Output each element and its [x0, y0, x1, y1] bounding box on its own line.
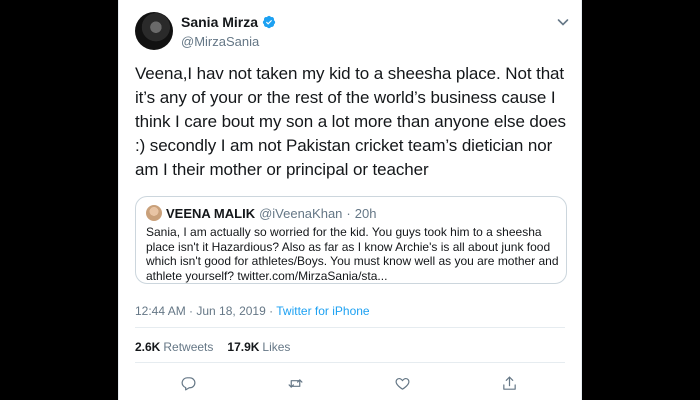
tweet-timestamp[interactable]: 12:44 AM · Jun 18, 2019 — [135, 304, 266, 318]
author-handle[interactable]: @MirzaSania — [181, 34, 276, 49]
quoted-tweet[interactable]: VEENA MALIK @iVeenaKhan · 20h Sania, I a… — [135, 196, 567, 284]
divider — [135, 362, 565, 363]
likes-label: Likes — [262, 340, 291, 354]
quoted-tweet-text: Sania, I am actually so worried for the … — [146, 225, 559, 283]
quoted-author-handle: @iVeenaKhan — [259, 205, 343, 221]
author-avatar[interactable] — [135, 12, 173, 50]
quoted-separator: · — [346, 205, 351, 221]
likes-stat[interactable]: 17.9K Likes — [227, 340, 290, 354]
tweet-text: Veena,I hav not taken my kid to a sheesh… — [135, 64, 566, 179]
tweet-stats: 2.6K Retweets 17.9K Likes — [135, 340, 290, 354]
tweet-source-link[interactable]: Twitter for iPhone — [276, 304, 369, 318]
author-block: Sania Mirza @MirzaSania — [181, 14, 276, 49]
quoted-author-name: VEENA MALIK — [166, 205, 256, 221]
quoted-author-avatar — [146, 205, 162, 221]
reply-icon[interactable] — [179, 374, 197, 392]
share-icon[interactable] — [501, 374, 519, 392]
author-name-row[interactable]: Sania Mirza — [181, 14, 276, 30]
quoted-time: 20h — [354, 205, 377, 221]
tweet-actions — [179, 374, 519, 392]
retweet-icon[interactable] — [286, 374, 304, 392]
tweet-card: Sania Mirza @MirzaSania Veena,I hav not … — [118, 0, 582, 400]
tweet-timestamp-row: 12:44 AM · Jun 18, 2019 · Twitter for iP… — [135, 304, 370, 318]
like-icon[interactable] — [394, 374, 412, 392]
author-name[interactable]: Sania Mirza — [181, 14, 258, 30]
chevron-down-icon[interactable] — [555, 14, 571, 30]
retweets-count: 2.6K — [135, 340, 161, 354]
quoted-tweet-header: VEENA MALIK @iVeenaKhan · 20h — [146, 205, 376, 221]
divider — [135, 327, 565, 328]
retweets-stat[interactable]: 2.6K Retweets — [135, 340, 213, 354]
likes-count: 17.9K — [227, 340, 260, 354]
verified-badge-icon — [262, 15, 276, 29]
retweets-label: Retweets — [163, 340, 214, 354]
